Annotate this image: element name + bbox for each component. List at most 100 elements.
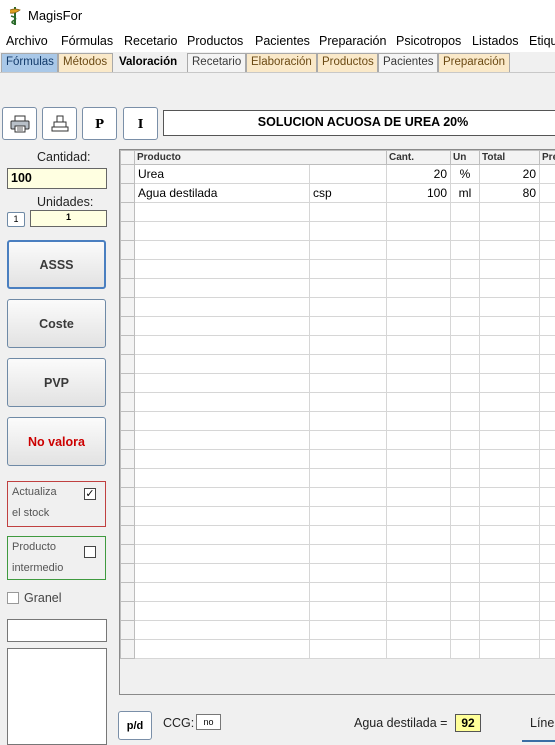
granel-checkbox[interactable] bbox=[7, 592, 19, 604]
menu-etiquetas[interactable]: Etiqu bbox=[529, 34, 555, 48]
empty-cell[interactable] bbox=[451, 298, 480, 317]
empty-cell[interactable] bbox=[387, 564, 451, 583]
row-header[interactable] bbox=[121, 431, 135, 450]
empty-cell[interactable] bbox=[451, 355, 480, 374]
empty-cell[interactable] bbox=[135, 203, 310, 222]
row-header[interactable] bbox=[121, 488, 135, 507]
empty-cell[interactable] bbox=[387, 526, 451, 545]
empty-cell[interactable] bbox=[451, 393, 480, 412]
table-row-empty[interactable] bbox=[121, 545, 555, 564]
empty-cell[interactable] bbox=[310, 241, 387, 260]
empty-cell[interactable] bbox=[540, 488, 555, 507]
empty-cell[interactable] bbox=[540, 279, 555, 298]
empty-cell[interactable] bbox=[540, 241, 555, 260]
tab-productos[interactable]: Productos bbox=[317, 53, 378, 72]
empty-cell[interactable] bbox=[387, 393, 451, 412]
empty-cell[interactable] bbox=[540, 336, 555, 355]
cantidad-input[interactable]: 100 bbox=[7, 168, 107, 189]
empty-cell[interactable] bbox=[135, 222, 310, 241]
empty-cell[interactable] bbox=[310, 260, 387, 279]
empty-cell[interactable] bbox=[480, 526, 540, 545]
table-row[interactable]: Urea 20 % 20 bbox=[121, 165, 555, 184]
table-row-empty[interactable] bbox=[121, 393, 555, 412]
empty-cell[interactable] bbox=[540, 621, 555, 640]
empty-cell[interactable] bbox=[540, 203, 555, 222]
empty-cell[interactable] bbox=[135, 583, 310, 602]
row-header[interactable] bbox=[121, 545, 135, 564]
empty-cell[interactable] bbox=[480, 602, 540, 621]
empty-cell[interactable] bbox=[451, 203, 480, 222]
table-row-empty[interactable] bbox=[121, 412, 555, 431]
empty-cell[interactable] bbox=[135, 374, 310, 393]
empty-cell[interactable] bbox=[387, 602, 451, 621]
cell-cant[interactable]: 20 bbox=[387, 165, 451, 184]
table-row-empty[interactable] bbox=[121, 222, 555, 241]
empty-cell[interactable] bbox=[480, 564, 540, 583]
row-header[interactable] bbox=[121, 184, 135, 203]
row-header[interactable] bbox=[121, 583, 135, 602]
empty-cell[interactable] bbox=[540, 431, 555, 450]
empty-cell[interactable] bbox=[387, 469, 451, 488]
row-header[interactable] bbox=[121, 260, 135, 279]
actualiza-stock-checkbox[interactable]: ✓ bbox=[84, 488, 96, 500]
empty-cell[interactable] bbox=[387, 640, 451, 659]
cell-un[interactable]: % bbox=[451, 165, 480, 184]
empty-cell[interactable] bbox=[451, 469, 480, 488]
empty-cell[interactable] bbox=[480, 450, 540, 469]
empty-cell[interactable] bbox=[480, 298, 540, 317]
empty-cell[interactable] bbox=[135, 393, 310, 412]
row-header[interactable] bbox=[121, 241, 135, 260]
row-header[interactable] bbox=[121, 450, 135, 469]
empty-cell[interactable] bbox=[540, 507, 555, 526]
cell-producto[interactable]: Agua destilada bbox=[135, 184, 310, 203]
cell-total[interactable]: 20 bbox=[480, 165, 540, 184]
menu-psicotropos[interactable]: Psicotropos bbox=[396, 34, 461, 48]
col-total-header[interactable]: Total bbox=[480, 151, 540, 165]
empty-cell[interactable] bbox=[310, 336, 387, 355]
empty-cell[interactable] bbox=[135, 602, 310, 621]
empty-cell[interactable] bbox=[480, 469, 540, 488]
col-cant-header[interactable]: Cant. bbox=[387, 151, 451, 165]
table-row-empty[interactable] bbox=[121, 602, 555, 621]
empty-cell[interactable] bbox=[480, 203, 540, 222]
row-header[interactable] bbox=[121, 279, 135, 298]
empty-cell[interactable] bbox=[451, 222, 480, 241]
empty-cell[interactable] bbox=[310, 640, 387, 659]
empty-cell[interactable] bbox=[310, 279, 387, 298]
empty-cell[interactable] bbox=[480, 260, 540, 279]
empty-cell[interactable] bbox=[451, 640, 480, 659]
empty-cell[interactable] bbox=[310, 298, 387, 317]
empty-cell[interactable] bbox=[135, 507, 310, 526]
no-valora-button[interactable]: No valora bbox=[7, 417, 106, 466]
empty-cell[interactable] bbox=[540, 412, 555, 431]
empty-cell[interactable] bbox=[451, 317, 480, 336]
granel-input[interactable] bbox=[7, 619, 107, 642]
empty-cell[interactable] bbox=[480, 374, 540, 393]
empty-cell[interactable] bbox=[540, 469, 555, 488]
empty-cell[interactable] bbox=[387, 203, 451, 222]
empty-cell[interactable] bbox=[451, 621, 480, 640]
empty-cell[interactable] bbox=[135, 317, 310, 336]
empty-cell[interactable] bbox=[540, 545, 555, 564]
empty-cell[interactable] bbox=[540, 526, 555, 545]
unidades-input[interactable]: 1 bbox=[30, 210, 107, 227]
table-row-empty[interactable] bbox=[121, 640, 555, 659]
empty-cell[interactable] bbox=[480, 279, 540, 298]
menu-recetario[interactable]: Recetario bbox=[124, 34, 178, 48]
table-row-empty[interactable] bbox=[121, 355, 555, 374]
empty-cell[interactable] bbox=[135, 260, 310, 279]
empty-cell[interactable] bbox=[480, 336, 540, 355]
table-row-empty[interactable] bbox=[121, 526, 555, 545]
empty-cell[interactable] bbox=[387, 336, 451, 355]
empty-cell[interactable] bbox=[135, 241, 310, 260]
empty-cell[interactable] bbox=[310, 412, 387, 431]
empty-cell[interactable] bbox=[480, 545, 540, 564]
empty-cell[interactable] bbox=[451, 583, 480, 602]
empty-cell[interactable] bbox=[135, 298, 310, 317]
row-header[interactable] bbox=[121, 602, 135, 621]
empty-cell[interactable] bbox=[135, 431, 310, 450]
empty-cell[interactable] bbox=[451, 336, 480, 355]
row-header[interactable] bbox=[121, 165, 135, 184]
table-row-empty[interactable] bbox=[121, 431, 555, 450]
empty-cell[interactable] bbox=[451, 564, 480, 583]
